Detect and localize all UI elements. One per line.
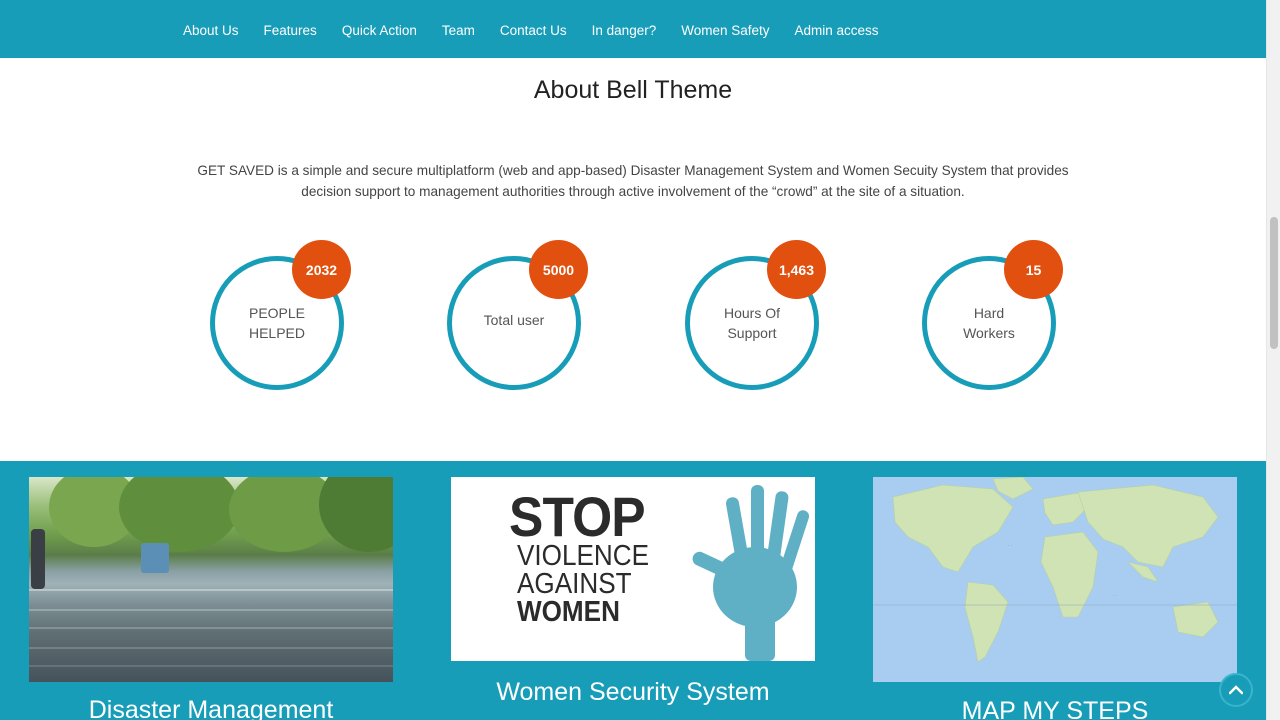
top-navbar: About Us Features Quick Action Team Cont… (0, 0, 1266, 58)
person-shape (31, 529, 45, 589)
handprint-icon (692, 485, 810, 661)
stat-value-badge: 1,463 (767, 240, 826, 299)
stat-label-line2: Workers (963, 325, 1015, 341)
scrollbar-thumb[interactable] (1270, 217, 1278, 349)
stat-value-badge: 15 (1004, 240, 1063, 299)
stat-total-user: Total user 5000 (447, 240, 588, 390)
women-security-title[interactable]: Women Security System (451, 678, 815, 707)
bus-shape (141, 543, 169, 573)
water-ripple (29, 609, 393, 611)
nav-item-contact-us[interactable]: Contact Us (500, 21, 567, 38)
stat-label: PEOPLE HELPED (227, 303, 327, 343)
nav-item-quick-action[interactable]: Quick Action (342, 21, 417, 38)
water-ripple (29, 665, 393, 667)
flood-street-image[interactable] (29, 477, 393, 682)
stat-hours-of-support: Hours Of Support 1,463 (685, 240, 826, 390)
stat-people-helped: PEOPLE HELPED 2032 (210, 240, 351, 390)
water-ripple (29, 647, 393, 649)
poster-line-3: AGAINST (517, 568, 632, 600)
stat-label-line2: Support (727, 325, 777, 341)
about-title: About Bell Theme (533, 76, 733, 104)
stat-hard-workers: Hard Workers 15 (922, 240, 1063, 390)
stat-label-line1: Total user (483, 312, 545, 328)
tree-canopy (119, 477, 239, 552)
stat-value-badge: 5000 (529, 240, 588, 299)
stat-label: Total user (464, 310, 564, 330)
nav-item-admin-access[interactable]: Admin access (795, 21, 879, 38)
nav-item-women-safety[interactable]: Women Safety (681, 21, 769, 38)
stat-label-line1: Hard (973, 305, 1005, 321)
nav-item-features[interactable]: Features (264, 21, 317, 38)
disaster-management-title[interactable]: Disaster Management (29, 696, 393, 720)
poster-line-4: WOMEN (517, 596, 620, 628)
world-map-image[interactable]: · · · · (873, 477, 1237, 682)
stat-label-line1: PEOPLE (248, 305, 306, 321)
nav-item-about-us[interactable]: About Us (183, 21, 239, 38)
world-map-graphic: · · · · (873, 477, 1237, 663)
nav-item-team[interactable]: Team (442, 21, 475, 38)
poster-line-2: VIOLENCE (517, 540, 650, 572)
features-section: Disaster Management STOP VIOLENCE AGAINS… (0, 461, 1266, 720)
water-ripple (29, 589, 393, 591)
stop-violence-poster-image[interactable]: STOP VIOLENCE AGAINST WOMEN (451, 477, 815, 661)
poster-line-1: STOP (509, 485, 646, 548)
stat-label-line1: Hours Of (723, 305, 780, 321)
stat-label: Hard Workers (939, 303, 1039, 343)
nav-item-in-danger[interactable]: In danger? (592, 21, 657, 38)
chevron-up-icon (1229, 685, 1243, 695)
map-my-steps-title[interactable]: MAP MY STEPS (873, 697, 1237, 720)
svg-text:· ·: · · (1008, 543, 1012, 548)
stat-value-badge: 2032 (292, 240, 351, 299)
back-to-top-button[interactable] (1219, 673, 1253, 707)
svg-text:· ·: · · (1113, 593, 1117, 598)
stat-label: Hours Of Support (702, 303, 802, 343)
water-ripple (29, 627, 393, 629)
stat-label-line2: HELPED (248, 325, 306, 341)
page-scrollbar[interactable] (1266, 0, 1280, 720)
tree-canopy (319, 477, 393, 552)
about-description: GET SAVED is a simple and secure multipl… (197, 163, 1069, 199)
nav-menu: About Us Features Quick Action Team Cont… (183, 0, 904, 58)
